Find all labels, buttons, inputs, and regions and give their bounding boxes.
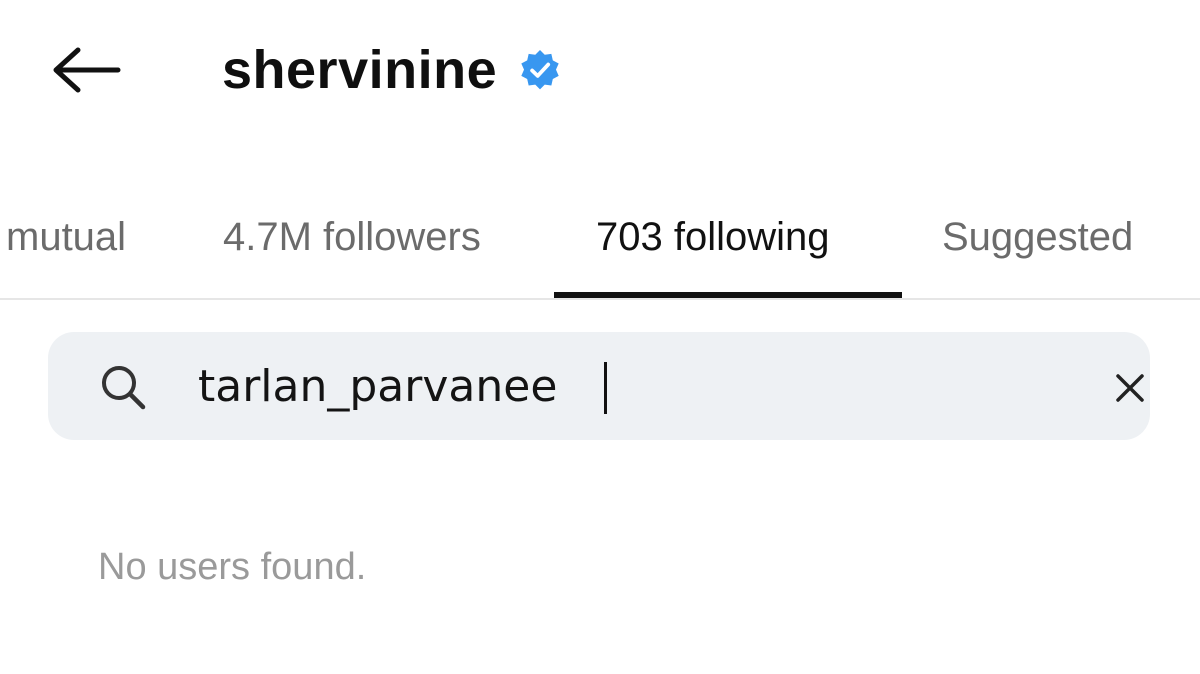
tab-mutual[interactable]: mutual [6,198,126,276]
back-button[interactable] [44,38,128,102]
tab-suggested[interactable]: Suggested [942,198,1133,276]
page-title: shervinine [222,40,498,100]
text-caret [604,362,607,414]
search-icon [98,362,148,412]
close-icon [1116,374,1144,402]
follow-tabs: mutual 4.7M followers 703 following Sugg… [0,180,1200,300]
top-bar: shervinine [0,0,1200,140]
search-bar [48,332,1150,440]
empty-results-message: No users found. [98,546,367,588]
tab-followers[interactable]: 4.7M followers [223,198,481,276]
active-tab-indicator [554,292,902,298]
profile-title-group: shervinine [222,30,561,110]
tab-following[interactable]: 703 following [596,198,830,276]
search-input[interactable] [198,346,1018,426]
arrow-left-icon [53,47,121,93]
verified-badge-icon [519,49,561,91]
clear-search-button[interactable] [1102,360,1158,416]
